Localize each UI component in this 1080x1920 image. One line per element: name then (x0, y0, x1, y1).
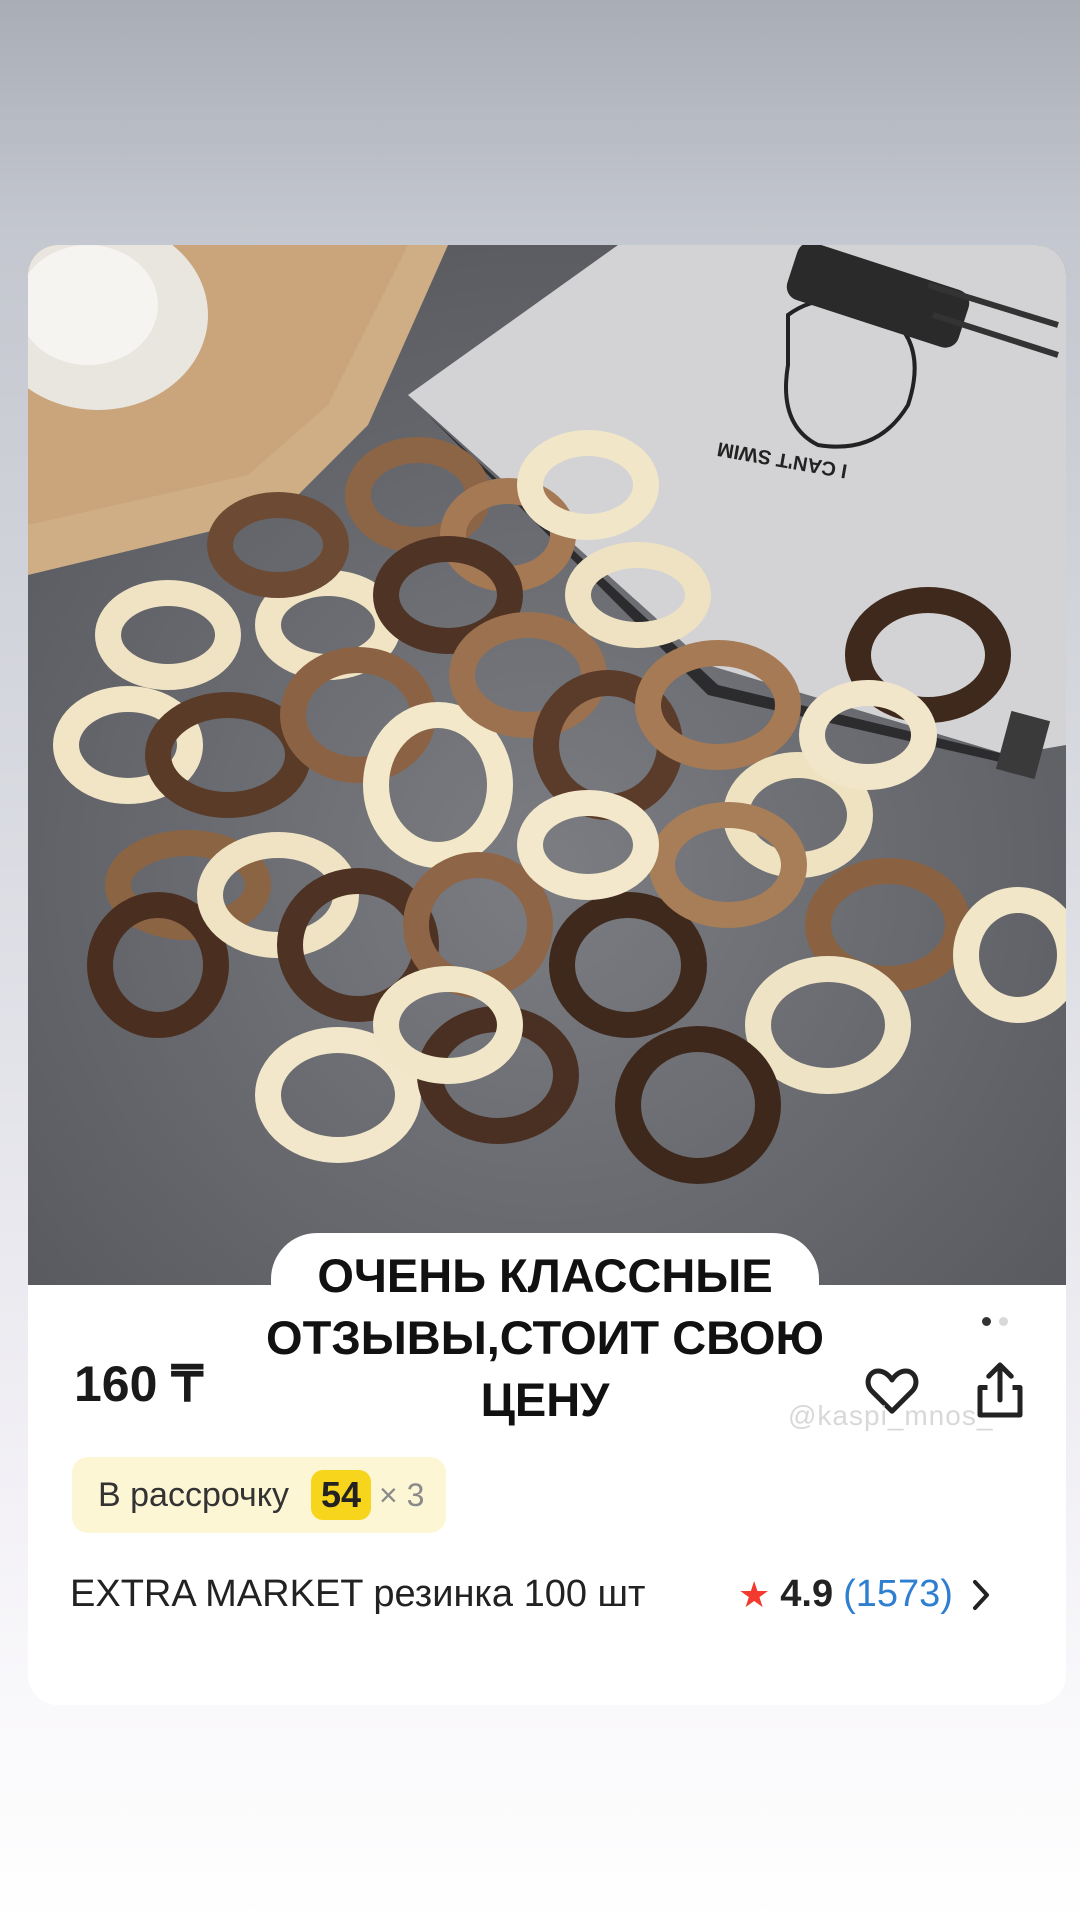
chevron-right-icon[interactable] (969, 1578, 995, 1612)
rating-block[interactable]: ★ 4.9 (1573) (738, 1573, 995, 1616)
installment-label: В рассрочку (98, 1475, 289, 1514)
product-image[interactable]: I CAN'T SWIM (28, 245, 1066, 1285)
product-card[interactable]: I CAN'T SWIM 160 ₸ В рассрочку 54 × 3 EX… (28, 245, 1066, 1705)
gallery-dot (999, 1317, 1008, 1326)
installment-multiplier: × 3 (379, 1476, 425, 1513)
rating-value: 4.9 (780, 1573, 834, 1615)
reviews-count[interactable]: (1573) (843, 1573, 953, 1616)
watermark: @kaspi_mnos_ (788, 1400, 994, 1431)
product-price: 160 ₸ (74, 1356, 204, 1412)
installment-badge[interactable]: В рассрочку 54 × 3 (72, 1457, 447, 1533)
star-icon: ★ (738, 1573, 771, 1615)
product-title[interactable]: EXTRA MARKET резинка 100 шт (70, 1565, 670, 1623)
gallery-dot-active (982, 1317, 991, 1326)
caption-overlay-text: ОЧЕНЬ КЛАССНЫЕ ОТЗЫВЫ,СТОИТ СВОЮ ЦЕНУ (266, 1249, 824, 1426)
gallery-dots (982, 1317, 1008, 1326)
installment-amount: 54 (310, 1470, 372, 1520)
